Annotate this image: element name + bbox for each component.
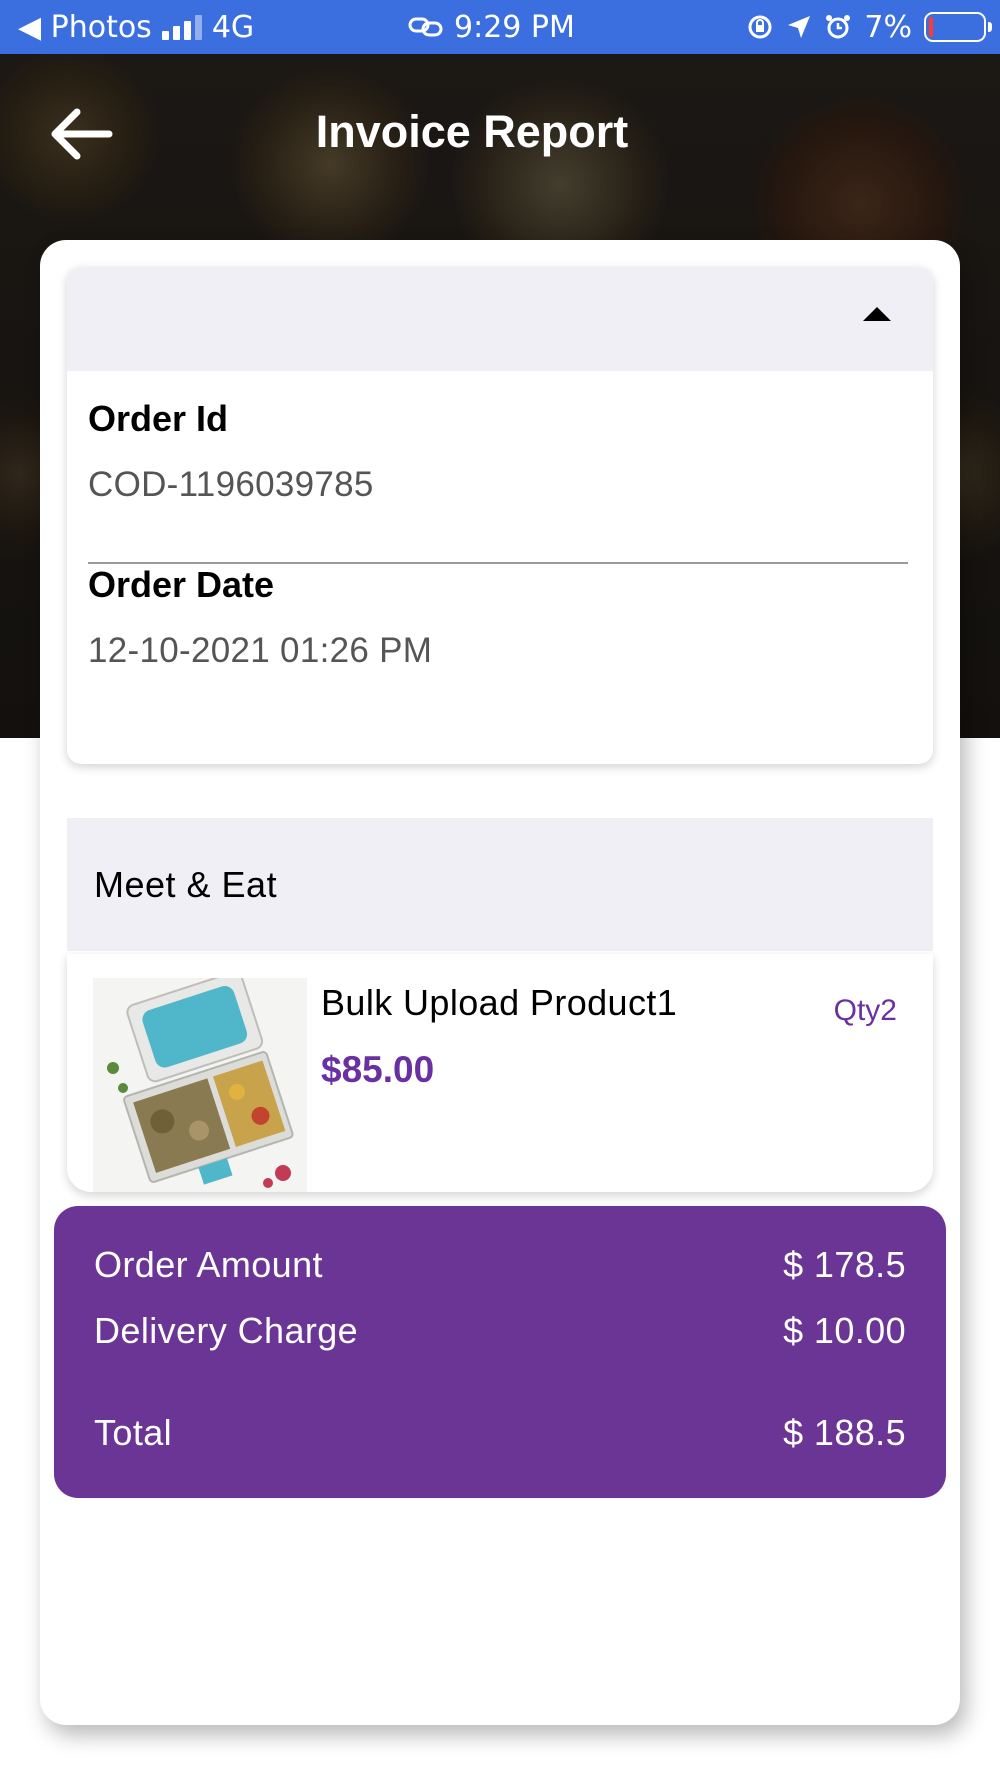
vendor-name: Meet & Eat — [94, 864, 278, 905]
total-label: Total — [94, 1412, 173, 1453]
product-image — [93, 978, 307, 1192]
caret-up-icon[interactable] — [863, 307, 891, 321]
vendor-header: Meet & Eat — [67, 818, 933, 951]
location-arrow-icon — [788, 16, 811, 38]
invoice-card: Order Id COD-1196039785 Order Date 12-10… — [40, 240, 960, 1725]
product-quantity: Qty2 — [833, 994, 897, 1027]
order-id-label: Order Id — [88, 398, 229, 439]
order-summary: Order Amount $ 178.5 Delivery Charge $ 1… — [54, 1206, 946, 1498]
page-title: Invoice Report — [315, 106, 629, 157]
link-icon — [408, 17, 443, 37]
status-bar-right: 7% — [746, 0, 992, 54]
status-bar-left: ◀ Photos 4G — [18, 0, 254, 54]
product-item[interactable]: Bulk Upload Product1 $85.00 Qty2 — [67, 954, 933, 1192]
status-bar-center: 9:29 PM — [408, 0, 575, 54]
order-id-value: COD-1196039785 — [88, 465, 374, 504]
product-price: $85.00 — [321, 1049, 435, 1090]
order-details-toggle[interactable] — [67, 267, 933, 371]
battery-percent: 7% — [864, 9, 912, 45]
order-amount-label: Order Amount — [94, 1244, 323, 1285]
status-bar: ◀ Photos 4G 9:29 PM 7% — [0, 0, 1000, 54]
battery-icon — [924, 12, 992, 42]
delivery-charge-value: $ 10.00 — [783, 1310, 906, 1351]
signal-strength-icon — [161, 14, 202, 40]
alarm-icon — [826, 15, 851, 39]
product-name: Bulk Upload Product1 — [321, 982, 678, 1023]
order-date-value: 12-10-2021 01:26 PM — [88, 631, 433, 670]
order-date-label: Order Date — [88, 564, 275, 605]
status-time: 9:29 PM — [454, 9, 575, 45]
delivery-charge-label: Delivery Charge — [94, 1310, 359, 1351]
battery-level — [929, 17, 933, 37]
order-details-panel: Order Id COD-1196039785 Order Date 12-10… — [67, 267, 933, 764]
network-type: 4G — [211, 9, 255, 45]
rotation-lock-icon — [748, 15, 772, 39]
order-amount-value: $ 178.5 — [783, 1244, 906, 1285]
total-value: $ 188.5 — [783, 1412, 906, 1453]
back-to-app-link[interactable]: ◀ Photos — [18, 10, 152, 45]
